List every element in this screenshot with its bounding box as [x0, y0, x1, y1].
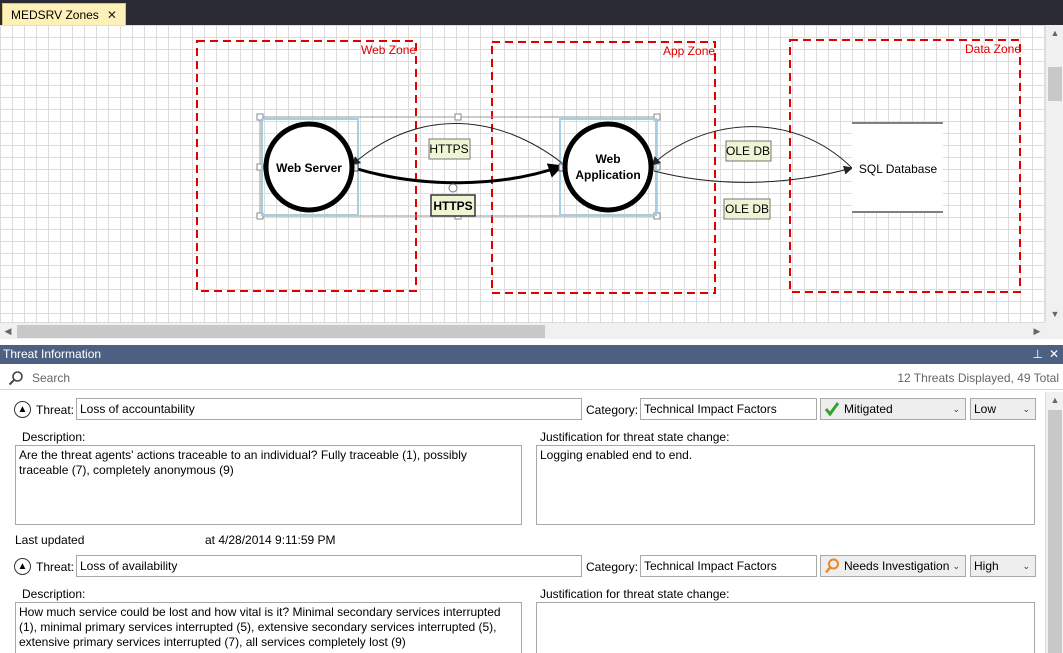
threat-state-dropdown[interactable]: Mitigated ⌄ [820, 398, 966, 420]
category-label: Category: [586, 560, 639, 574]
document-tab-strip: MEDSRV Zones ✕ [0, 0, 1063, 25]
tab-medsrv-zones[interactable]: MEDSRV Zones ✕ [2, 3, 126, 25]
scroll-thumb[interactable] [1048, 67, 1062, 101]
data-zone-label: Data Zone [965, 42, 1021, 56]
description-label: Description: [22, 587, 86, 601]
threat-state-dropdown[interactable]: Needs Investigation ⌄ [820, 555, 966, 577]
diagram-canvas[interactable]: Web Zone App Zone Data Zone Web Server W… [0, 25, 1045, 322]
threat-state-value: Needs Investigation [844, 559, 950, 573]
app-zone-label: App Zone [663, 44, 715, 58]
flow-label-oledb-bottom: OLE DB [725, 202, 769, 216]
flow-https-bottom[interactable] [353, 163, 564, 185]
category-field[interactable]: Technical Impact Factors [640, 398, 817, 420]
canvas-vertical-scrollbar[interactable]: ▲ ▼ [1045, 25, 1063, 322]
scrollbar-corner [1045, 322, 1063, 339]
threat-search-bar: Search 12 Threats Displayed, 49 Total [0, 366, 1063, 390]
web-zone-label: Web Zone [361, 43, 416, 57]
check-icon [824, 402, 840, 417]
scroll-thumb[interactable] [17, 325, 545, 338]
category-field[interactable]: Technical Impact Factors [640, 555, 817, 577]
threat-entry: ▲ Threat: Loss of availability Category:… [0, 549, 1045, 653]
category-label: Category: [586, 403, 639, 417]
search-icon [825, 558, 839, 574]
threat-count: 12 Threats Displayed, 49 Total [897, 371, 1059, 385]
scroll-right-icon[interactable]: ▶ [1029, 323, 1045, 340]
threat-name-field[interactable]: Loss of accountability [76, 398, 582, 420]
web-application-process[interactable] [562, 121, 654, 213]
web-server-label: Web Server [276, 161, 342, 175]
web-app-label-line1: Web [595, 152, 620, 166]
flow-label-https-bottom: HTTPS [433, 199, 472, 213]
scroll-up-icon[interactable]: ▲ [1046, 25, 1063, 41]
threat-name-field[interactable]: Loss of availability [76, 555, 582, 577]
diagram-svg: Web Zone App Zone Data Zone Web Server W… [196, 39, 1021, 294]
flow-midpoint-handle[interactable] [448, 183, 458, 193]
panel-title: Threat Information [3, 347, 102, 361]
collapse-icon[interactable]: ▲ [14, 401, 31, 418]
threat-label: Threat: [36, 403, 75, 417]
canvas-horizontal-scrollbar[interactable]: ◀ ▶ [0, 322, 1045, 339]
justification-label: Justification for threat state change: [540, 430, 730, 444]
sql-database-label: SQL Database [859, 162, 938, 176]
last-updated-value: at 4/28/2014 9:11:59 PM [205, 533, 336, 547]
flow-oledb-bottom[interactable] [653, 165, 853, 183]
chevron-down-icon: ⌄ [952, 404, 960, 414]
justification-label: Justification for threat state change: [540, 587, 730, 601]
scroll-thumb[interactable] [1048, 410, 1062, 653]
chevron-down-icon: ⌄ [1022, 404, 1030, 414]
search-icon[interactable] [8, 370, 24, 389]
priority-value: Low [974, 402, 997, 416]
threat-entry: ▲ Threat: Loss of accountability Categor… [0, 392, 1045, 547]
threat-state-value: Mitigated [844, 402, 893, 416]
threat-list-scrollbar[interactable]: ▲ [1045, 392, 1063, 653]
close-icon[interactable]: ✕ [107, 8, 117, 22]
web-app-label-line2: Application [575, 168, 640, 182]
pin-icon[interactable]: ⊥ [1032, 345, 1042, 364]
chevron-down-icon: ⌄ [952, 561, 960, 571]
flow-label-oledb-top: OLE DB [726, 144, 770, 158]
scroll-up-icon[interactable]: ▲ [1046, 392, 1063, 408]
description-label: Description: [22, 430, 86, 444]
scroll-left-icon[interactable]: ◀ [0, 323, 16, 340]
threat-panel-header: Threat Information ⊥ ✕ [0, 345, 1063, 364]
search-input[interactable]: Search [32, 371, 70, 385]
collapse-icon[interactable]: ▲ [14, 558, 31, 575]
description-textarea[interactable]: Are the threat agents' actions traceable… [15, 445, 522, 525]
priority-dropdown[interactable]: High ⌄ [970, 555, 1036, 577]
chevron-down-icon: ⌄ [1022, 561, 1030, 571]
threat-list: ▲ Threat: Loss of accountability Categor… [0, 392, 1045, 653]
priority-value: High [974, 559, 999, 573]
justification-textarea[interactable] [536, 602, 1035, 653]
tab-title: MEDSRV Zones [11, 7, 99, 22]
threat-label: Threat: [36, 560, 75, 574]
scroll-down-icon[interactable]: ▼ [1046, 306, 1063, 322]
priority-dropdown[interactable]: Low ⌄ [970, 398, 1036, 420]
app-window: MEDSRV Zones ✕ Web Zone App Zone Data Zo… [0, 0, 1063, 653]
close-icon[interactable]: ✕ [1049, 345, 1059, 364]
flow-label-https-top: HTTPS [429, 142, 468, 156]
description-textarea[interactable]: How much service could be lost and how v… [15, 602, 522, 653]
last-updated-label: Last updated [15, 533, 85, 547]
justification-textarea[interactable]: Logging enabled end to end. [536, 445, 1035, 525]
